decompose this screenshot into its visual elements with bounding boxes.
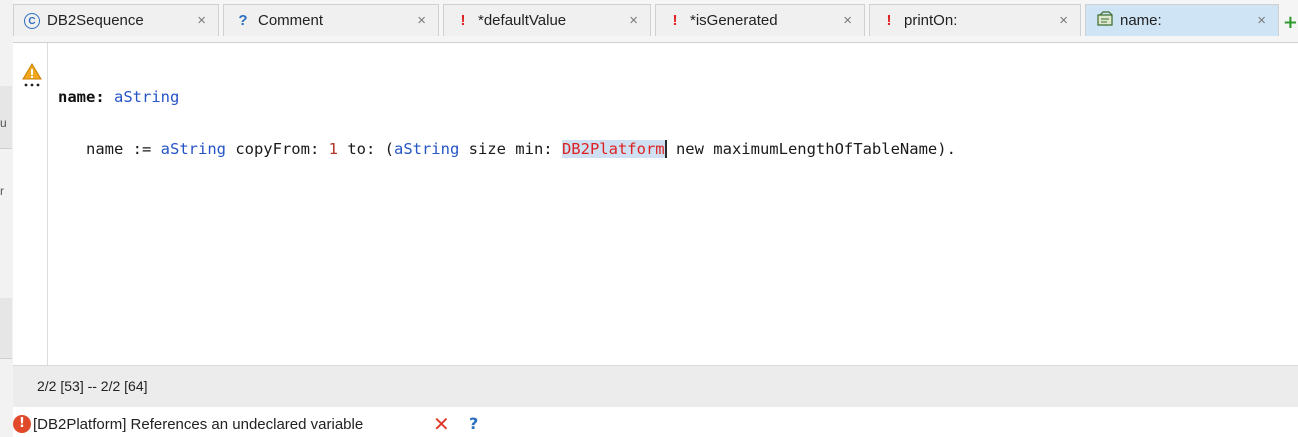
close-icon[interactable]: × — [629, 12, 638, 29]
error-icon: ! — [13, 415, 31, 433]
close-icon[interactable]: × — [417, 12, 426, 29]
tab-defaultvalue[interactable]: ! *defaultValue × — [443, 4, 651, 36]
tab-isgenerated[interactable]: ! *isGenerated × — [655, 4, 865, 36]
tab-bar: C DB2Sequence × ? Comment × ! *defaultVa… — [13, 0, 1298, 43]
selector-keyword: name: — [58, 88, 105, 106]
exclamation-icon: ! — [886, 12, 892, 29]
undeclared-variable-highlight[interactable]: DB2Platform — [561, 140, 667, 158]
error-bar: ! [DB2Platform] References an undeclared… — [13, 407, 1298, 437]
exclamation-icon: ! — [460, 12, 466, 29]
code-token: aString — [160, 140, 226, 158]
close-icon[interactable]: × — [1059, 12, 1068, 29]
tab-label: DB2Sequence — [47, 12, 144, 29]
sidebar-char: u — [0, 116, 7, 130]
code-token: 1 — [328, 140, 338, 158]
class-icon: C — [24, 12, 40, 29]
code-token: new maximumLengthOfTableName). — [666, 140, 956, 158]
exclamation-icon: ! — [672, 12, 678, 29]
code-token: size min: — [459, 140, 562, 158]
sidebar-block[interactable] — [0, 298, 12, 359]
close-icon[interactable]: × — [1257, 12, 1266, 29]
status-bar: 2/2 [53] -- 2/2 [64] — [13, 365, 1298, 408]
tab-db2sequence[interactable]: C DB2Sequence × — [13, 4, 219, 36]
code-line-2: name := aString copyFrom: 1 to: (aString… — [58, 136, 956, 162]
tab-comment[interactable]: ? Comment × — [223, 4, 439, 36]
left-sidebar-strip: u r — [0, 0, 14, 437]
help-icon[interactable]: ? — [469, 414, 478, 433]
close-icon[interactable]: × — [197, 12, 206, 29]
argument: aString — [114, 88, 180, 106]
tab-label: *defaultValue — [478, 12, 567, 29]
tab-label: *isGenerated — [690, 12, 778, 29]
code-token: to: ( — [337, 140, 394, 158]
error-message: [DB2Platform] References an undeclared v… — [33, 416, 364, 433]
dismiss-icon[interactable]: ✕ — [433, 412, 450, 436]
warning-icon[interactable] — [22, 63, 42, 89]
tab-name[interactable]: name: × — [1085, 4, 1279, 36]
tab-label: Comment — [258, 12, 324, 29]
code-line-1: name: aString — [58, 84, 956, 110]
tab-label: name: — [1120, 12, 1162, 29]
question-icon: ? — [238, 12, 248, 29]
tab-printon[interactable]: ! printOn: × — [869, 4, 1081, 36]
sidebar-char: r — [0, 184, 4, 198]
code-editor[interactable]: name: aString name := aString copyFrom: … — [58, 58, 956, 188]
editor-gutter — [13, 43, 48, 365]
close-icon[interactable]: × — [843, 12, 852, 29]
code-token: aString — [393, 140, 460, 158]
add-tab-icon[interactable]: + — [1283, 12, 1298, 33]
tab-label: printOn: — [904, 12, 958, 29]
code-token: name := — [86, 140, 161, 158]
method-icon — [1096, 10, 1114, 31]
cursor-position: 2/2 [53] -- 2/2 [64] — [37, 378, 148, 394]
code-token: copyFrom: — [225, 140, 329, 158]
